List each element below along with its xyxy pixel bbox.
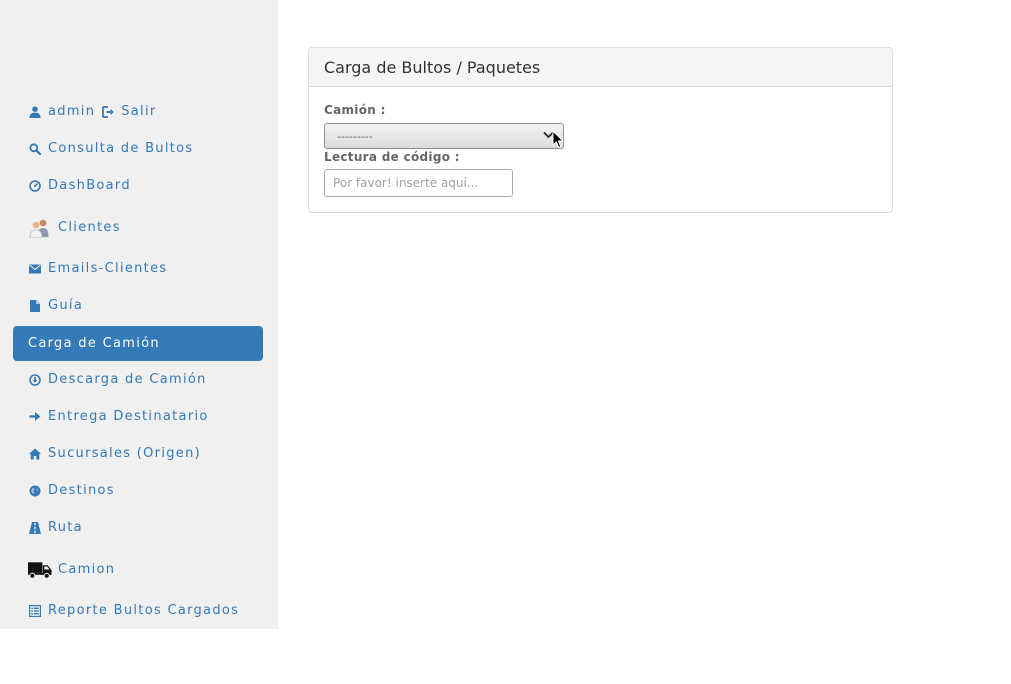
- sidebar-item-label: Clientes: [58, 220, 121, 235]
- sidebar-item-label: Camion: [58, 562, 116, 577]
- sidebar-item-label: Carga de Camión: [28, 336, 160, 351]
- home-icon: [28, 447, 41, 460]
- sidebar-item-label: Consulta de Bultos: [48, 141, 194, 156]
- search-icon: [28, 142, 41, 155]
- mouse-pointer-icon: [552, 130, 564, 149]
- logout-link[interactable]: Salir: [121, 104, 156, 119]
- sidebar-item-descarga-camion[interactable]: Descarga de Camión: [13, 362, 263, 397]
- sidebar-item-label: DashBoard: [48, 178, 131, 193]
- sidebar: admin Salir Consulta de Bultos DashBoard…: [0, 0, 278, 629]
- sidebar-item-label: Guía: [48, 298, 84, 313]
- truck-icon: [28, 560, 52, 580]
- file-icon: [28, 299, 41, 312]
- sidebar-item-label: Ruta: [48, 520, 83, 535]
- sidebar-item-carga-camion[interactable]: Carga de Camión: [13, 326, 263, 361]
- sidebar-item-ruta[interactable]: Ruta: [13, 510, 263, 545]
- sidebar-item-label: Emails-Clientes: [48, 261, 168, 276]
- code-label: Lectura de código :: [324, 150, 460, 164]
- carga-bultos-panel: Carga de Bultos / Paquetes Camión : ----…: [308, 47, 893, 213]
- dashboard-icon: [28, 179, 41, 192]
- sidebar-item-destinos[interactable]: Destinos: [13, 473, 263, 508]
- globe-icon: [28, 484, 41, 497]
- user-icon: [28, 105, 41, 118]
- sidebar-item-label: Reporte Bultos Cargados: [48, 603, 240, 618]
- truck-label: Camión :: [324, 103, 386, 117]
- sidebar-item-label: Descarga de Camión: [48, 372, 207, 387]
- truck-select[interactable]: ---------: [324, 123, 564, 149]
- sidebar-item-consulta-bultos[interactable]: Consulta de Bultos: [13, 131, 263, 166]
- sidebar-item-guia[interactable]: Guía: [13, 288, 263, 323]
- truck-select-value: ---------: [337, 129, 373, 143]
- list-icon: [28, 604, 41, 617]
- sidebar-username[interactable]: admin: [48, 104, 95, 119]
- code-input[interactable]: [324, 169, 513, 197]
- sidebar-item-label: Destinos: [48, 483, 115, 498]
- sidebar-item-camion[interactable]: Camion: [13, 552, 263, 587]
- sidebar-item-dashboard[interactable]: DashBoard: [13, 168, 263, 203]
- panel-title: Carga de Bultos / Paquetes: [309, 48, 892, 87]
- download-circle-icon: [28, 373, 41, 386]
- sidebar-user-row: admin Salir: [13, 94, 263, 129]
- sidebar-item-clientes[interactable]: Clientes: [13, 210, 263, 245]
- sidebar-item-entrega-destinatario[interactable]: Entrega Destinatario: [13, 399, 263, 434]
- road-icon: [28, 521, 41, 534]
- sidebar-item-reporte-bultos[interactable]: Reporte Bultos Cargados: [13, 593, 263, 628]
- sidebar-item-emails-clientes[interactable]: Emails-Clientes: [13, 251, 263, 286]
- sidebar-item-label: Sucursales (Origen): [48, 446, 201, 461]
- sidebar-item-sucursales[interactable]: Sucursales (Origen): [13, 436, 263, 471]
- sidebar-item-label: Entrega Destinatario: [48, 409, 209, 424]
- envelope-icon: [28, 262, 41, 275]
- arrow-right-icon: [28, 410, 41, 423]
- clients-icon: [28, 218, 52, 238]
- logout-icon[interactable]: [102, 105, 115, 118]
